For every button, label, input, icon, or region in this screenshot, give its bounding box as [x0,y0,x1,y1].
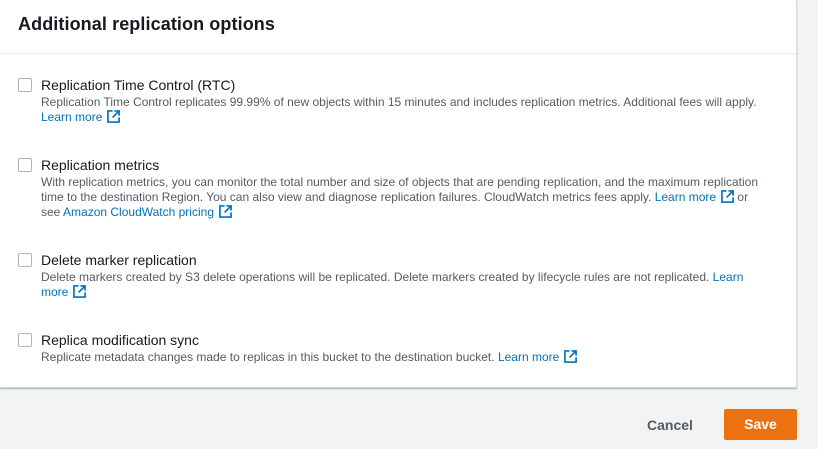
option-description: Replicate metadata changes made to repli… [41,350,769,365]
option-description: With replication metrics, you can monito… [41,175,769,220]
replication-options-panel: Additional replication options Replicati… [0,0,797,388]
replica-sync-checkbox[interactable] [18,333,32,347]
learn-more-link[interactable]: Learn more [655,190,734,204]
external-link-icon [564,350,578,363]
external-link-icon [721,190,734,203]
form-footer: Cancel Save [0,388,818,449]
description-text: Delete markers created by S3 delete oper… [41,270,710,284]
external-link-icon [107,110,121,123]
cloudwatch-pricing-link[interactable]: Amazon CloudWatch pricing [63,205,232,219]
option-label[interactable]: Replica modification sync [41,332,199,348]
learn-more-text[interactable]: Learn more [655,190,716,204]
description-text: Replication Time Control replicates 99.9… [41,95,757,109]
save-button[interactable]: Save [724,409,797,440]
option-label[interactable]: Replication Time Control (RTC) [41,77,235,93]
delete-marker-checkbox[interactable] [18,253,32,267]
learn-more-link[interactable]: Learn more [41,110,121,124]
learn-more-text[interactable]: Learn more [498,350,559,364]
panel-title: Additional replication options [18,14,275,34]
option-label[interactable]: Delete marker replication [41,252,197,268]
option-description: Delete markers created by S3 delete oper… [41,270,769,300]
description-text: Replicate metadata changes made to repli… [41,350,495,364]
external-link-icon [73,285,87,298]
description-text: With replication metrics, you can monito… [41,175,759,204]
cloudwatch-pricing-text[interactable]: Amazon CloudWatch pricing [63,205,214,219]
learn-more-text[interactable]: Learn more [41,110,102,124]
cancel-button[interactable]: Cancel [636,410,704,440]
external-link-icon [219,205,232,218]
option-description: Replication Time Control replicates 99.9… [41,95,769,125]
option-label[interactable]: Replication metrics [41,157,159,173]
metrics-checkbox[interactable] [18,158,32,172]
rtc-checkbox[interactable] [18,78,32,92]
panel-header: Additional replication options [0,0,796,54]
learn-more-link[interactable]: Learn more [498,350,578,364]
